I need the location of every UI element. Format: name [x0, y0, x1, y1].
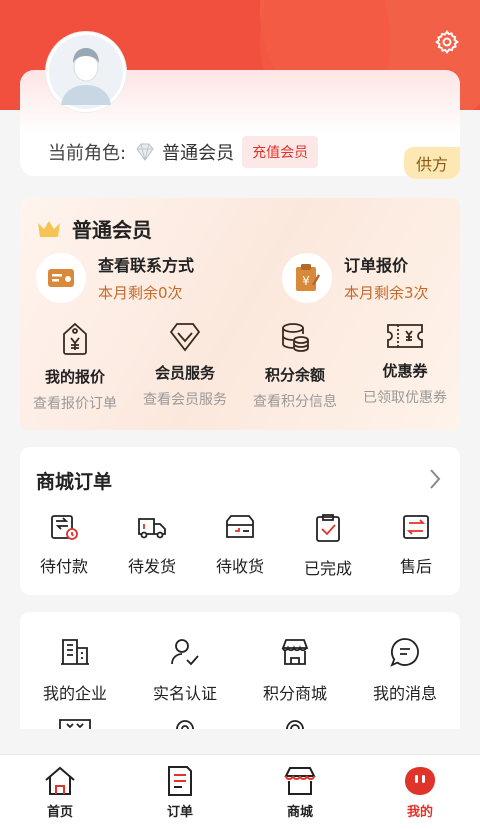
- order-quote-remaining: 本月剩余3次: [344, 284, 429, 302]
- member-title: 普通会员: [36, 214, 152, 243]
- supplier-badge[interactable]: 供方: [403, 147, 460, 179]
- contact-info-feature[interactable]: 查看联系方式 本月剩余0次: [36, 252, 194, 303]
- my-company-item[interactable]: 我的企业: [20, 636, 130, 704]
- crown-icon: [38, 220, 60, 237]
- coupons-item[interactable]: 优惠券 已领取优惠券: [350, 322, 460, 413]
- role-row: 当前角色: 普通会员 充值会员: [48, 136, 319, 168]
- service-item-partial[interactable]: [20, 718, 130, 729]
- bottom-tab-bar: 首页 订单 商城 我的: [0, 754, 480, 829]
- pending-receipt-label: 待收货: [215, 557, 264, 576]
- more-service-icon: [176, 720, 194, 729]
- points-mall-label: 积分商城: [262, 684, 327, 703]
- shop-icon: [284, 767, 316, 795]
- after-sales-label: 售后: [399, 557, 432, 576]
- points-balance-title: 积分余额: [264, 366, 325, 384]
- my-company-label: 我的企业: [42, 684, 107, 703]
- tab-orders-label: 订单: [166, 805, 193, 820]
- message-icon: [390, 638, 419, 667]
- clipboard-check-icon: [316, 514, 340, 542]
- pending-shipment-item[interactable]: 待发货: [108, 513, 196, 579]
- coupons-title: 优惠券: [382, 362, 428, 380]
- svg-text:¥: ¥: [302, 274, 310, 288]
- points-balance-item[interactable]: 积分余额 查看积分信息: [240, 322, 350, 413]
- my-quotes-item[interactable]: 我的报价 查看报价订单: [20, 322, 130, 413]
- member-service-item[interactable]: 会员服务 查看会员服务: [130, 322, 240, 413]
- coupon-icon: [387, 324, 423, 348]
- tab-orders[interactable]: 订单: [120, 755, 240, 829]
- my-quotes-subtitle: 查看报价订单: [33, 396, 117, 412]
- points-mall-item[interactable]: 积分商城: [240, 636, 350, 704]
- service-item-partial[interactable]: [130, 718, 240, 729]
- member-title-text: 普通会员: [72, 218, 152, 242]
- diamond-badge-icon: [136, 143, 154, 161]
- wallet-icon: [51, 515, 78, 540]
- pending-payment-label: 待付款: [39, 557, 88, 576]
- store-icon: [281, 639, 309, 665]
- home-icon: [45, 766, 75, 795]
- real-name-auth-label: 实名认证: [152, 684, 217, 703]
- completed-label: 已完成: [303, 559, 352, 578]
- role-label: 当前角色:: [48, 143, 127, 164]
- tab-home[interactable]: 首页: [0, 755, 120, 829]
- member-service-title: 会员服务: [154, 364, 215, 382]
- coins-icon: [279, 323, 309, 352]
- price-tag-icon: [63, 322, 87, 355]
- contact-info-remaining: 本月剩余0次: [98, 284, 183, 302]
- real-name-auth-item[interactable]: 实名认证: [130, 636, 240, 704]
- contact-card-icon: [36, 252, 86, 303]
- package-icon: [226, 515, 254, 538]
- my-quotes-title: 我的报价: [44, 368, 105, 386]
- member-service-subtitle: 查看会员服务: [143, 392, 227, 408]
- order-status-row: 待付款 待发货 待收货 已完成 售后: [20, 513, 460, 579]
- points-balance-subtitle: 查看积分信息: [253, 394, 337, 410]
- services-card: 我的企业 实名认证 积分商城 我的消息: [20, 612, 460, 729]
- role-name: 普通会员: [162, 143, 235, 164]
- chevron-right-icon[interactable]: [428, 467, 442, 491]
- avatar[interactable]: [46, 32, 126, 112]
- mall-orders-card: 商城订单 待付款 待发货 待收货 已完成 售后: [20, 447, 460, 595]
- service-item-partial[interactable]: [240, 718, 350, 729]
- my-messages-item[interactable]: 我的消息: [350, 636, 460, 704]
- after-sales-item[interactable]: 售后: [372, 513, 460, 579]
- my-messages-label: 我的消息: [372, 684, 437, 703]
- services-row: 我的企业 实名认证 积分商城 我的消息: [20, 636, 460, 704]
- settings-gear-icon[interactable]: [434, 29, 460, 55]
- completed-item[interactable]: 已完成: [284, 513, 372, 579]
- pending-receipt-item[interactable]: 待收货: [196, 513, 284, 579]
- member-card: 普通会员 查看联系方式 本月剩余0次 ¥ 订单报价 本月剩余3次 我的报价 查看…: [20, 198, 460, 430]
- truck-icon: [138, 518, 166, 539]
- tab-mine[interactable]: 我的: [360, 755, 480, 829]
- tab-mall[interactable]: 商城: [240, 755, 360, 829]
- more-service-icon: [286, 720, 304, 729]
- pending-payment-item[interactable]: 待付款: [20, 513, 108, 579]
- order-quote-feature[interactable]: ¥ 订单报价 本月剩余3次: [282, 252, 429, 303]
- tab-mine-label: 我的: [406, 805, 433, 820]
- services-row-partial: [20, 718, 460, 729]
- order-icon: [168, 766, 192, 796]
- exchange-icon: [403, 515, 429, 539]
- order-quote-title: 订单报价: [344, 256, 409, 275]
- tab-mall-label: 商城: [286, 805, 313, 820]
- profile-icon: [405, 767, 435, 795]
- diamond-icon: [169, 323, 201, 352]
- user-verify-icon: [171, 639, 199, 666]
- pending-shipment-label: 待发货: [127, 557, 176, 576]
- coupons-subtitle: 已领取优惠券: [363, 390, 447, 406]
- tab-home-label: 首页: [46, 805, 73, 820]
- building-icon: [61, 639, 89, 665]
- mall-orders-title: 商城订单: [36, 471, 113, 493]
- order-quote-icon: ¥: [282, 252, 332, 303]
- more-service-icon: [59, 719, 91, 729]
- member-services-grid: 我的报价 查看报价订单 会员服务 查看会员服务 积分余额 查看积分信息 优惠券 …: [20, 322, 460, 413]
- recharge-member-button[interactable]: 充值会员: [242, 136, 319, 168]
- contact-info-title: 查看联系方式: [98, 256, 195, 275]
